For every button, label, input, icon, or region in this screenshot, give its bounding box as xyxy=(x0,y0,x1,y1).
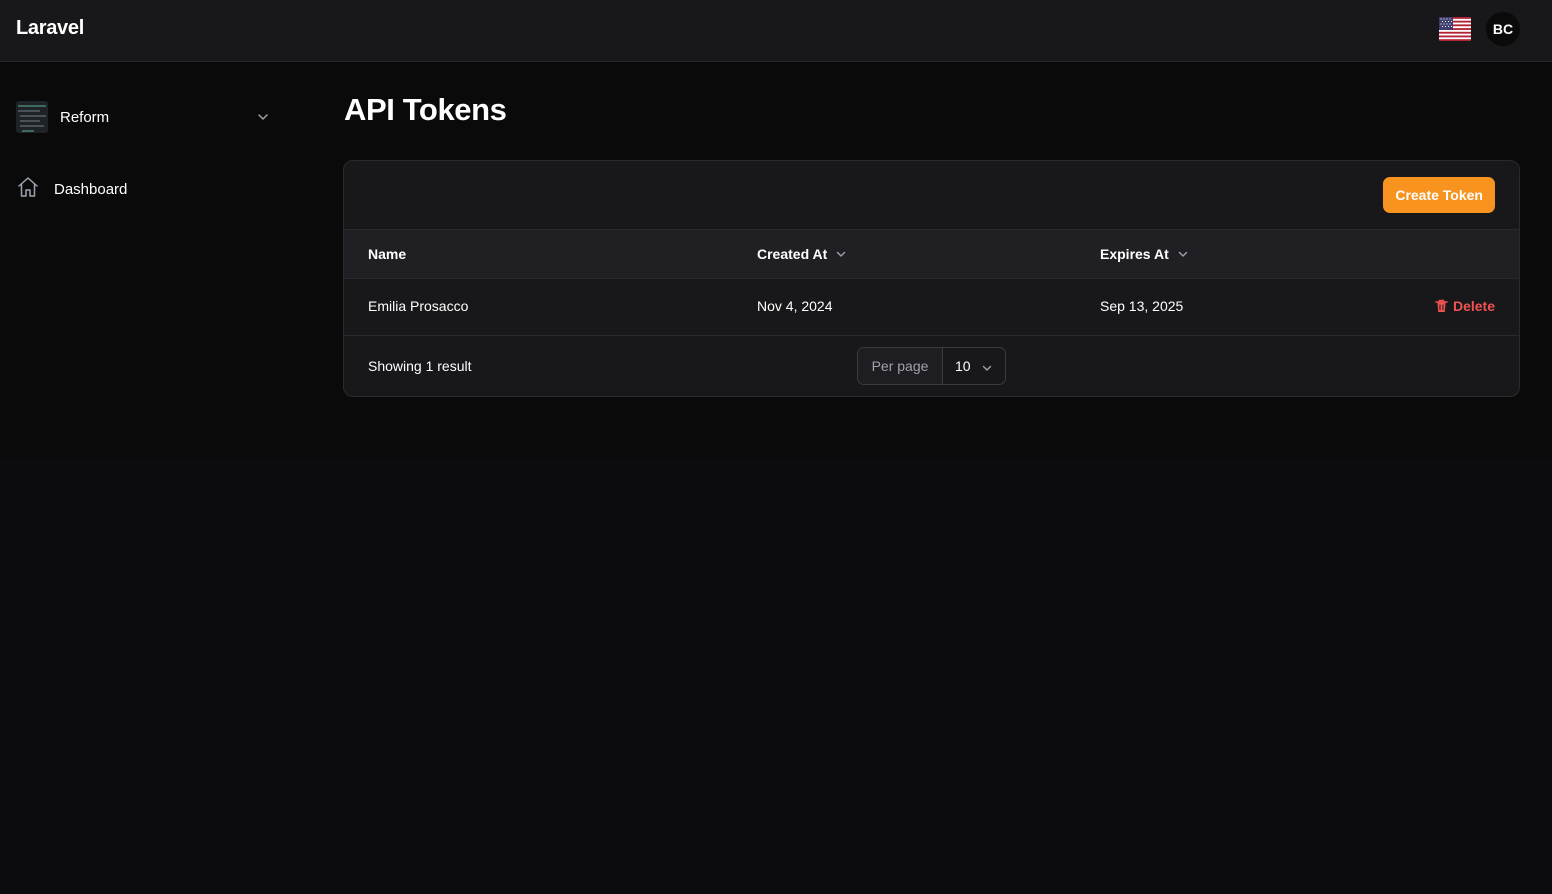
per-page-label: Per page xyxy=(858,348,943,384)
tokens-card: Create Token Name Created At Expires At … xyxy=(343,160,1520,397)
home-icon xyxy=(16,175,40,204)
column-header-created-at[interactable]: Created At xyxy=(757,246,847,262)
column-label: Expires At xyxy=(1100,246,1169,262)
delete-label: Delete xyxy=(1452,298,1495,314)
chevron-down-icon xyxy=(837,251,846,257)
column-header-name: Name xyxy=(368,246,406,262)
per-page-value: 10 xyxy=(955,358,971,374)
delete-button[interactable]: Delete xyxy=(1435,298,1495,314)
column-label: Name xyxy=(368,246,407,262)
team-name: Reform xyxy=(60,108,110,126)
trash-icon xyxy=(1435,299,1448,312)
user-avatar[interactable]: BC xyxy=(1486,12,1520,46)
chevron-down-icon xyxy=(256,110,270,129)
results-count: Showing 1 result xyxy=(368,358,472,374)
chevron-down-icon xyxy=(982,365,992,371)
cell-expires-at: Sep 13, 2025 xyxy=(1100,298,1184,314)
chevron-down-icon xyxy=(1178,251,1187,257)
per-page-control: Per page 10 xyxy=(857,347,1006,385)
per-page-select[interactable]: 10 xyxy=(943,348,1005,384)
sidebar-item-label: Dashboard xyxy=(54,180,128,198)
column-header-expires-at[interactable]: Expires At xyxy=(1100,246,1189,262)
brand-logo[interactable]: Laravel xyxy=(16,17,84,40)
team-thumbnail xyxy=(16,101,48,133)
top-bar: Laravel BC xyxy=(0,0,1552,62)
table-row: Emilia Prosacco Nov 4, 2024 Sep 13, 2025… xyxy=(344,279,1519,336)
sidebar-item-dashboard[interactable]: Dashboard xyxy=(16,176,127,202)
column-label: Created At xyxy=(757,246,828,262)
cell-name: Emilia Prosacco xyxy=(368,298,469,314)
table-header: Name Created At Expires At xyxy=(344,229,1519,279)
create-token-button[interactable]: Create Token xyxy=(1383,177,1495,213)
page-title: API Tokens xyxy=(344,92,507,127)
team-switcher[interactable]: Reform xyxy=(16,101,274,133)
cell-created-at: Nov 4, 2024 xyxy=(757,298,833,314)
us-flag-icon[interactable] xyxy=(1439,17,1471,41)
